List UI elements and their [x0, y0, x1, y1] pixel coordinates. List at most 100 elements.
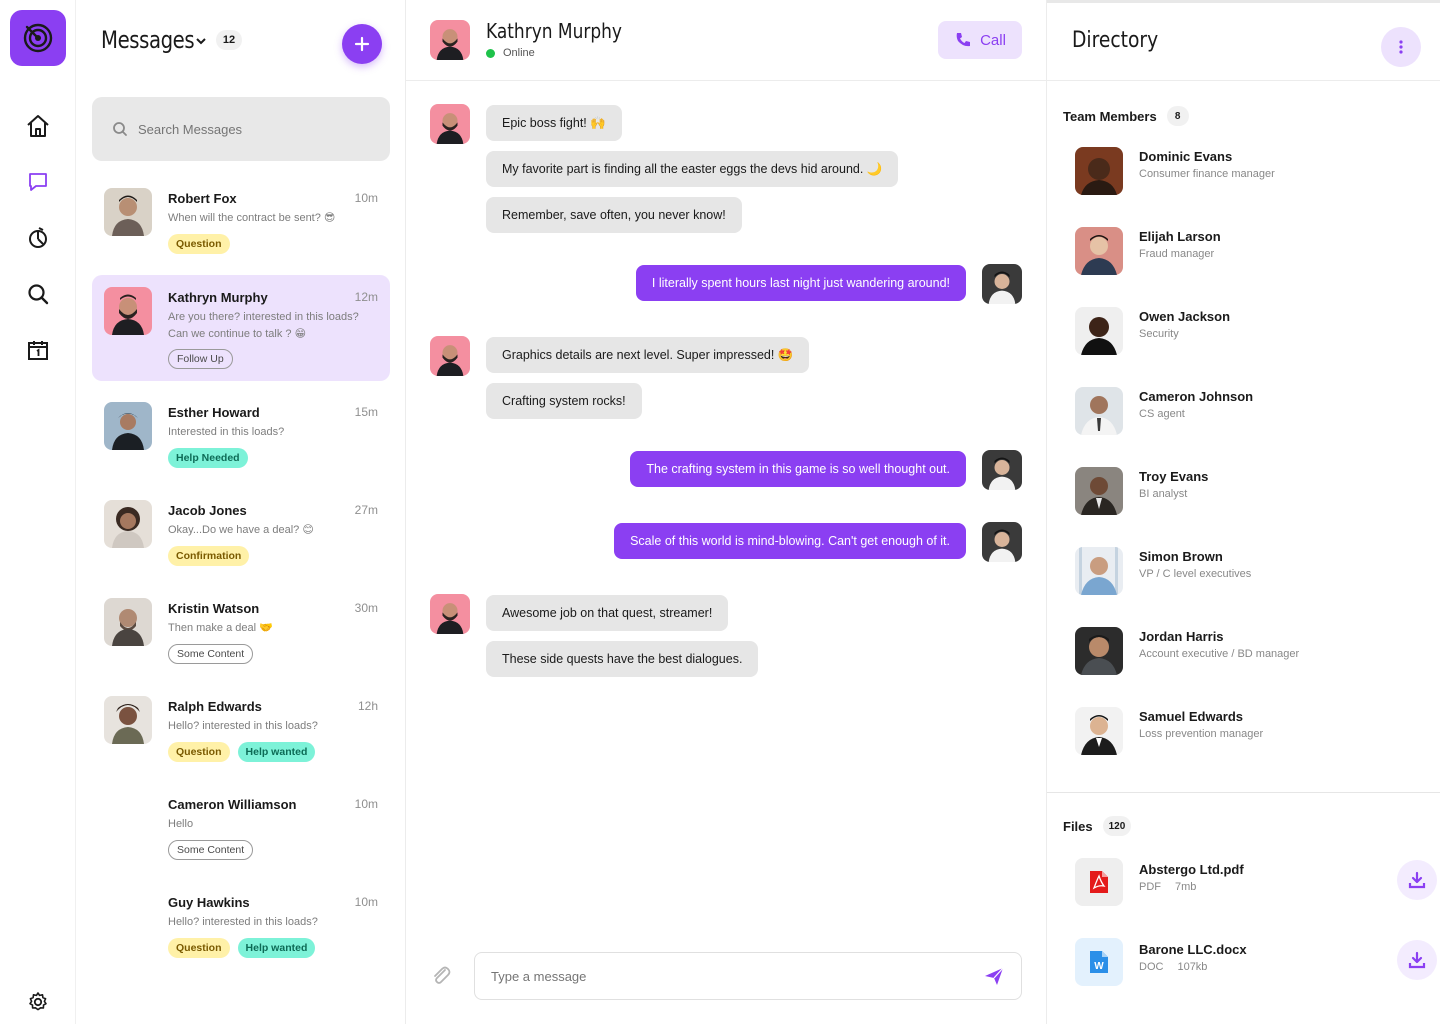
member-role: Account executive / BD manager [1139, 648, 1300, 660]
file-item[interactable]: W Barone LLC.docx DOC 107kb [1063, 938, 1437, 990]
file-type: DOC [1139, 961, 1164, 973]
search-icon[interactable] [24, 280, 52, 308]
member-name: Troy Evans [1139, 469, 1209, 484]
files-count-badge: 120 [1102, 816, 1132, 836]
avatar [1075, 627, 1123, 675]
avatar [982, 450, 1022, 490]
gear-icon[interactable] [24, 988, 52, 1016]
conversation-item[interactable]: Guy Hawkins 10m Hello? interested in thi… [92, 880, 390, 970]
paperclip-icon[interactable] [430, 964, 452, 986]
message-bubble-incoming: My favorite part is finding all the east… [486, 151, 899, 187]
avatar [1075, 467, 1123, 515]
app-logo[interactable] [10, 10, 66, 66]
calendar-icon[interactable] [24, 336, 52, 364]
download-button[interactable] [1397, 860, 1437, 900]
logo-icon [23, 23, 53, 53]
tag-badge[interactable]: Some Content [168, 840, 254, 860]
team-members-label: Team Members [1063, 108, 1157, 124]
tag-badge[interactable]: Help Needed [168, 448, 248, 468]
conversation-preview: Then make a deal 🤝 [168, 622, 273, 634]
member-name: Owen Jackson [1139, 309, 1231, 324]
tag-badge[interactable]: Question [168, 938, 230, 958]
team-members-heading: Team Members 8 [1063, 106, 1189, 126]
avatar [104, 287, 152, 335]
file-name: Barone LLC.docx [1139, 942, 1247, 957]
nav-rail [0, 0, 76, 1024]
conversation-time: 10m [354, 797, 378, 811]
status-text: Online [503, 47, 535, 59]
chevron-down-icon[interactable] [194, 34, 208, 48]
more-options-button[interactable] [1381, 27, 1421, 67]
chart-icon[interactable] [24, 224, 52, 252]
avatar [1075, 227, 1123, 275]
team-member-item[interactable]: Owen Jackson Security [1063, 307, 1423, 363]
conversation-item[interactable]: Cameron Williamson 10m Hello Some Conten… [92, 782, 390, 872]
conversation-time: 30m [354, 601, 378, 615]
avatar [1075, 307, 1123, 355]
files-heading: Files 120 [1063, 816, 1132, 836]
team-member-item[interactable]: Dominic Evans Consumer finance manager [1063, 147, 1423, 203]
conversation-item[interactable]: Robert Fox 10m When will the contract be… [92, 176, 390, 266]
avatar [982, 522, 1022, 562]
file-size: 7mb [1175, 881, 1197, 893]
tag-badge[interactable]: Question [168, 234, 230, 254]
conversation-item[interactable]: Esther Howard 15m Interested in this loa… [92, 390, 390, 480]
member-role: Security [1139, 328, 1179, 340]
team-member-item[interactable]: Simon Brown VP / C level executives [1063, 547, 1423, 603]
conversation-item[interactable]: Kristin Watson 30m Then make a deal 🤝 So… [92, 586, 390, 676]
team-member-item[interactable]: Jordan Harris Account executive / BD man… [1063, 627, 1423, 683]
chat-panel: Kathryn Murphy Online Call Epic boss fig… [406, 0, 1046, 1024]
home-icon[interactable] [24, 112, 52, 140]
team-member-item[interactable]: Cameron Johnson CS agent [1063, 387, 1423, 443]
message-input[interactable] [491, 968, 983, 984]
download-icon [1408, 871, 1426, 889]
tag-badge[interactable]: Question [168, 742, 230, 762]
tag-badge[interactable]: Some Content [168, 644, 254, 664]
tag-badge[interactable]: Help wanted [237, 938, 316, 958]
tag-badge[interactable]: Help wanted [237, 742, 316, 762]
member-name: Elijah Larson [1139, 229, 1221, 244]
conversation-name: Cameron Williamson [168, 797, 297, 812]
search-input[interactable] [138, 121, 368, 137]
conversation-name: Robert Fox [168, 191, 237, 206]
online-dot [486, 48, 495, 58]
files-label: Files [1063, 818, 1093, 834]
team-member-item[interactable]: Troy Evans BI analyst [1063, 467, 1423, 523]
new-message-button[interactable] [342, 24, 382, 64]
conversation-item[interactable]: Jacob Jones 27m Okay...Do we have a deal… [92, 488, 390, 578]
member-name: Simon Brown [1139, 549, 1223, 564]
send-icon[interactable] [983, 965, 1005, 987]
file-meta: PDF 7mb [1139, 881, 1196, 893]
tag-badge[interactable]: Follow Up [168, 349, 233, 369]
download-button[interactable] [1397, 940, 1437, 980]
conversation-time: 15m [354, 405, 378, 419]
conversation-preview: Hello? interested in this loads? [168, 916, 318, 928]
message-bubble-incoming: Epic boss fight! 🙌 [486, 105, 622, 141]
avatar [430, 594, 470, 634]
chat-header: Kathryn Murphy Online Call [406, 0, 1046, 81]
avatar [104, 402, 152, 450]
message-composer [474, 952, 1022, 1000]
conversation-name: Kathryn Murphy [168, 290, 268, 305]
conversation-preview: Okay...Do we have a deal? 😊 [168, 524, 314, 536]
phone-icon [956, 33, 971, 47]
message-bubble-outgoing: I literally spent hours last night just … [635, 265, 966, 301]
conversation-time: 27m [354, 503, 378, 517]
call-button[interactable]: Call [938, 21, 1022, 59]
conversation-time: 10m [354, 895, 378, 909]
conversation-item-active[interactable]: Kathryn Murphy 12m Are you there? intere… [92, 275, 390, 381]
chat-icon[interactable] [24, 168, 52, 196]
directory-header: Directory [1047, 0, 1440, 81]
pdf-icon [1075, 858, 1123, 906]
team-member-item[interactable]: Elijah Larson Fraud manager [1063, 227, 1423, 283]
avatar [104, 188, 152, 236]
conversation-preview: Are you there? interested in this loads?… [168, 311, 359, 340]
conversation-item[interactable]: Ralph Edwards 12h Hello? interested in t… [92, 684, 390, 774]
tag-badge[interactable]: Confirmation [168, 546, 250, 566]
message-bubble-incoming: Awesome job on that quest, streamer! [486, 595, 729, 631]
team-member-item[interactable]: Samuel Edwards Loss prevention manager [1063, 707, 1423, 763]
messages-title[interactable]: Messages [101, 26, 195, 54]
file-item[interactable]: Abstergo Ltd.pdf PDF 7mb [1063, 858, 1437, 910]
avatar [1075, 707, 1123, 755]
conversation-preview: Hello? interested in this loads? [168, 720, 318, 732]
